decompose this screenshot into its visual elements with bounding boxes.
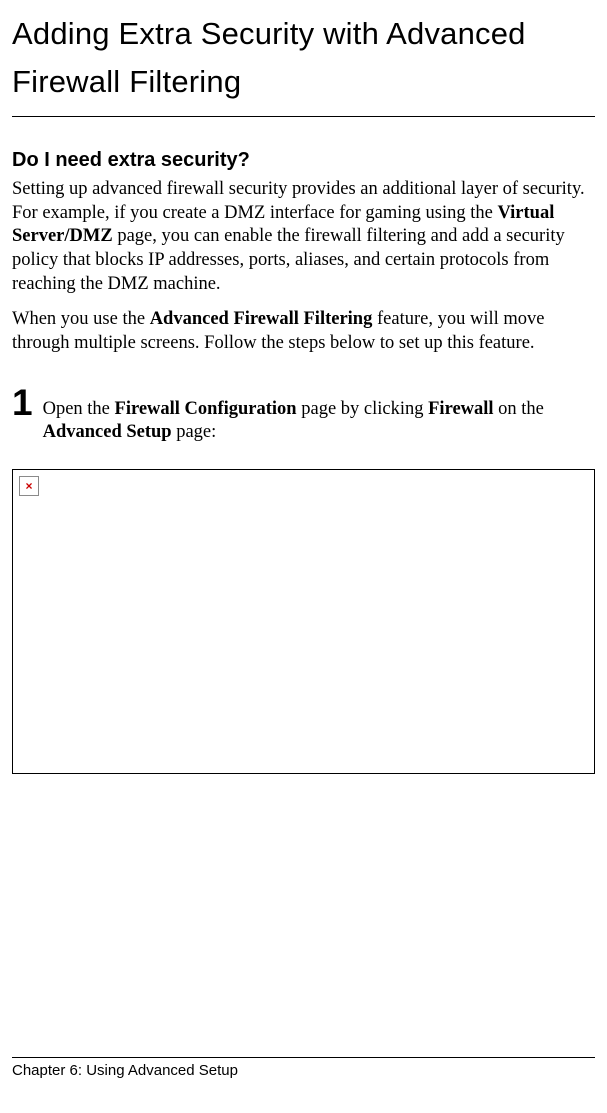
- section-heading: Do I need extra security?: [12, 149, 595, 172]
- step1-bold3: Advanced Setup: [43, 422, 172, 442]
- step-number-1: 1: [12, 384, 33, 421]
- broken-image-icon: ×: [19, 476, 39, 496]
- step1-mid2: on the: [494, 399, 544, 419]
- step1-bold2: Firewall: [428, 399, 493, 419]
- page-footer: Chapter 6: Using Advanced Setup: [12, 1057, 595, 1079]
- step1-pre: Open the: [43, 399, 115, 419]
- paragraph-2: When you use the Advanced Firewall Filte…: [12, 308, 595, 355]
- step1-post: page:: [172, 422, 217, 442]
- broken-image-x: ×: [25, 480, 32, 492]
- paragraph-1: Setting up advanced firewall security pr…: [12, 178, 595, 296]
- step-1: 1 Open the Firewall Configuration page b…: [12, 384, 595, 445]
- footer-chapter: Chapter 6: Using Advanced Setup: [12, 1062, 238, 1079]
- step-1-text: Open the Firewall Configuration page by …: [43, 384, 595, 445]
- para2-pre: When you use the: [12, 309, 150, 329]
- step1-bold1: Firewall Configuration: [115, 399, 297, 419]
- page-title: Adding Extra Security with Advanced Fire…: [12, 10, 595, 117]
- step1-mid1: page by clicking: [297, 399, 429, 419]
- para2-bold1: Advanced Firewall Filtering: [150, 309, 373, 329]
- screenshot-placeholder: ×: [12, 469, 595, 774]
